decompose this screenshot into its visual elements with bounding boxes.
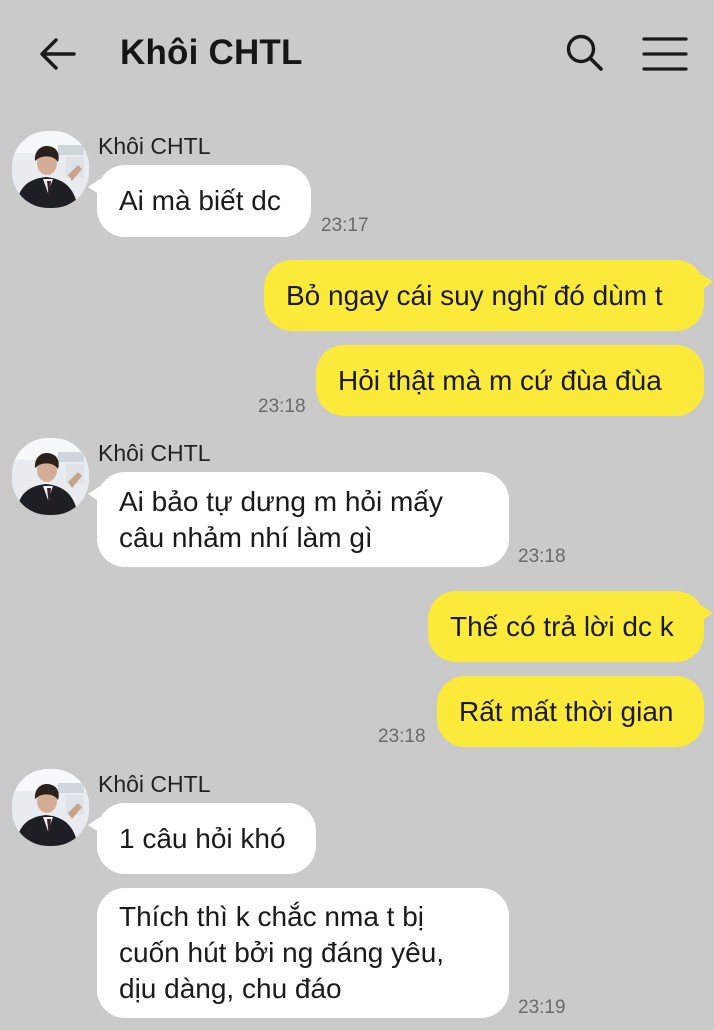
avatar-photo [12, 438, 89, 515]
message-bubble-outgoing[interactable]: Rất mất thời gian [437, 676, 704, 747]
message-text: Bỏ ngay cái suy nghĩ đó dùm t [286, 279, 663, 311]
message-bubble-incoming[interactable]: Ai bảo tự dưng m hỏi mấy câu nhảm nhí là… [88, 472, 509, 567]
sender-name: Khôi CHTL [98, 440, 211, 466]
message-timestamp: 23:18 [518, 546, 566, 567]
message-text: Ai mà biết dc [119, 185, 281, 216]
message-timestamp: 23:18 [258, 396, 306, 417]
message-text: Rất mất thời gian [459, 695, 674, 727]
message-text: 1 câu hỏi khó [119, 822, 286, 854]
message-bubble-outgoing[interactable]: Bỏ ngay cái suy nghĩ đó dùm t [264, 260, 713, 331]
message-bubble-incoming[interactable]: 1 câu hỏi khó [88, 803, 316, 874]
message-bubble-incoming[interactable]: Thích thì k chắc nma t bị cuốn hút bởi n… [97, 888, 509, 1018]
message-timestamp: 23:18 [378, 726, 426, 747]
avatar[interactable] [12, 131, 89, 208]
search-button[interactable] [562, 30, 608, 76]
message-text: Ai bảo tự dưng m hỏi mấy câu nhảm nhí là… [119, 485, 443, 553]
message-timestamp: 23:17 [321, 215, 369, 236]
message-text: Hỏi thật mà m cứ đùa đùa [338, 364, 662, 396]
message-bubble-outgoing[interactable]: Hỏi thật mà m cứ đùa đùa [316, 345, 704, 416]
avatar[interactable] [12, 438, 89, 515]
avatar-photo [12, 769, 89, 846]
avatar-photo [12, 131, 89, 208]
message-text: Thế có trả lời dc k [450, 610, 674, 642]
message-bubble-incoming[interactable]: Ai mà biết dc [88, 165, 311, 237]
arrow-left-icon [40, 38, 76, 70]
avatar[interactable] [12, 769, 89, 846]
message-timestamp: 23:19 [518, 997, 566, 1018]
sender-name: Khôi CHTL [98, 771, 211, 797]
chat-header: Khôi CHTL [0, 0, 714, 108]
message-bubble-outgoing[interactable]: Thế có trả lời dc k [428, 591, 713, 662]
menu-button[interactable] [640, 32, 690, 76]
sender-name: Khôi CHTL [98, 133, 211, 159]
message-text: Thích thì k chắc nma t bị cuốn hút bởi n… [119, 901, 445, 1004]
search-icon [566, 34, 603, 71]
hamburger-menu-icon [642, 37, 688, 71]
chat-title: Khôi CHTL [120, 33, 303, 72]
back-button[interactable] [34, 30, 82, 78]
